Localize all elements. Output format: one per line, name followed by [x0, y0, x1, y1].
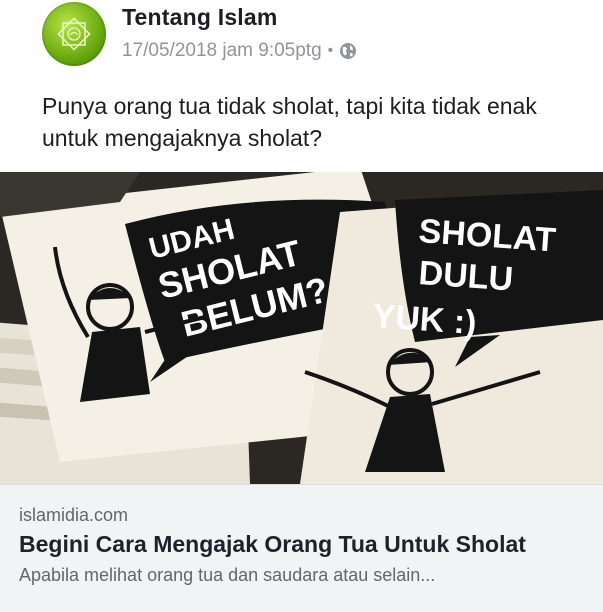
link-preview-card[interactable]: islamidia.com Begini Cara Mengajak Orang… — [0, 484, 603, 612]
sign-right-line-2: DULU — [417, 254, 514, 298]
post-image-illustration: UDAH SHOLAT BELUM? SHOLAT DULU YUK :) — [0, 172, 603, 484]
page-name-link[interactable]: Tentang Islam — [122, 4, 278, 31]
page-avatar[interactable] — [42, 2, 106, 66]
post-meta: 17/05/2018 jam 9:05ptg • — [122, 40, 357, 62]
link-description: Apabila melihat orang tua dan saudara at… — [19, 565, 436, 585]
post-image[interactable]: UDAH SHOLAT BELUM? SHOLAT DULU YUK :) — [0, 172, 603, 484]
meta-separator: • — [327, 42, 334, 59]
post-header: Tentang Islam 17/05/2018 jam 9:05ptg • — [0, 0, 603, 80]
globe-icon[interactable] — [339, 42, 357, 60]
post-text: Punya orang tua tidak sholat, tapi kita … — [42, 93, 537, 151]
link-title[interactable]: Begini Cara Mengajak Orang Tua Untuk Sho… — [19, 531, 526, 558]
link-domain: islamidia.com — [19, 505, 129, 525]
quran-emblem-icon — [57, 17, 91, 51]
sign-right-line-3: YUK :) — [371, 297, 477, 342]
post-timestamp[interactable]: 17/05/2018 jam 9:05ptg — [122, 40, 322, 62]
sticker-card-right: SHOLAT DULU YUK :) — [300, 190, 603, 484]
